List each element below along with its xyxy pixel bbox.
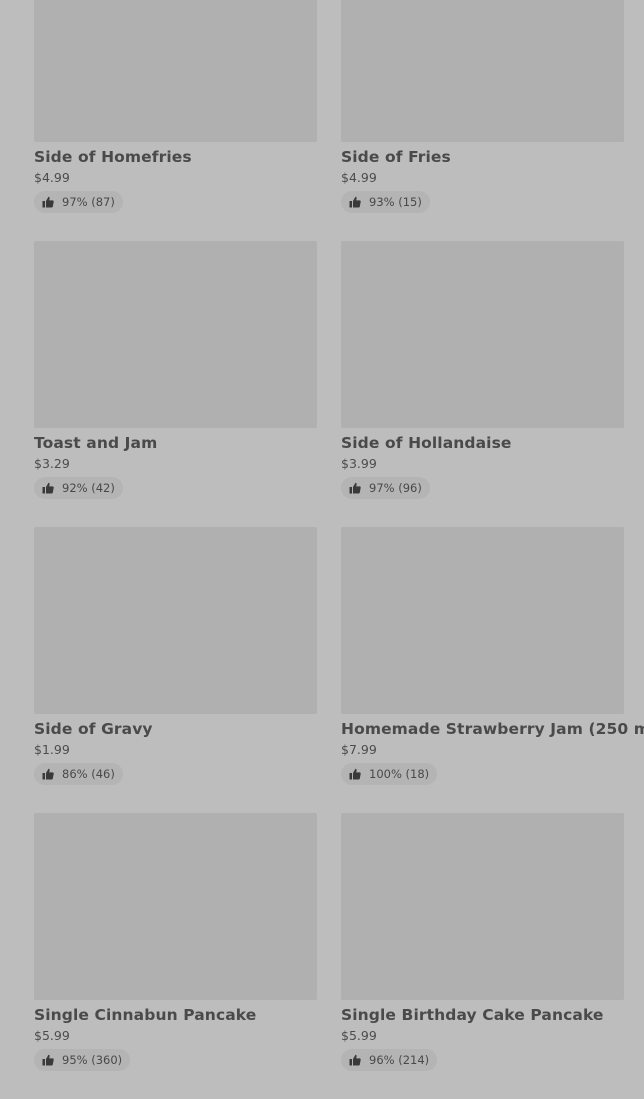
thumbs-up-icon <box>349 768 361 780</box>
menu-item-image[interactable] <box>34 241 317 428</box>
menu-item-card[interactable]: Side of Homefries $4.99 97% (87) <box>34 0 317 241</box>
rating-text: 100% (18) <box>369 767 430 781</box>
menu-item-card[interactable]: Side of Hollandaise $3.99 97% (96) <box>341 241 624 527</box>
menu-item-grid: Side of Homefries $4.99 97% (87) Side of… <box>34 0 644 1099</box>
thumbs-up-icon <box>42 1054 54 1066</box>
thumbs-up-icon <box>42 482 54 494</box>
thumbs-up-icon <box>42 768 54 780</box>
menu-item-name: Side of Hollandaise <box>341 434 512 452</box>
rating-badge: 97% (87) <box>34 191 123 213</box>
thumbs-up-icon <box>349 196 361 208</box>
menu-item-card[interactable]: Single Birthday Cake Pancake $5.99 96% (… <box>341 813 624 1099</box>
rating-text: 97% (96) <box>369 481 422 495</box>
menu-item-price: $5.99 <box>34 1028 70 1043</box>
menu-item-image[interactable] <box>34 0 317 142</box>
menu-item-image[interactable] <box>341 813 624 1000</box>
menu-item-price: $1.99 <box>34 742 70 757</box>
menu-item-name: Toast and Jam <box>34 434 158 452</box>
menu-item-card[interactable]: Side of Fries $4.99 93% (15) <box>341 0 624 241</box>
menu-item-name: Side of Gravy <box>34 720 153 738</box>
rating-badge: 96% (214) <box>341 1049 438 1071</box>
menu-item-name: Single Cinnabun Pancake <box>34 1006 257 1024</box>
rating-badge: 92% (42) <box>34 477 123 499</box>
menu-item-price: $7.99 <box>341 742 377 757</box>
rating-text: 93% (15) <box>369 195 422 209</box>
menu-item-price: $3.99 <box>341 456 377 471</box>
menu-item-image[interactable] <box>34 527 317 714</box>
menu-item-card[interactable]: Side of Gravy $1.99 86% (46) <box>34 527 317 813</box>
thumbs-up-icon <box>349 482 361 494</box>
menu-item-price: $4.99 <box>341 170 377 185</box>
menu-item-price: $3.29 <box>34 456 70 471</box>
menu-item-price: $5.99 <box>341 1028 377 1043</box>
rating-badge: 95% (360) <box>34 1049 131 1071</box>
menu-item-name: Side of Fries <box>341 148 451 166</box>
menu-item-name: Side of Homefries <box>34 148 192 166</box>
menu-item-image[interactable] <box>341 241 624 428</box>
rating-text: 97% (87) <box>62 195 115 209</box>
menu-item-image[interactable] <box>34 813 317 1000</box>
rating-badge: 93% (15) <box>341 191 430 213</box>
rating-badge: 100% (18) <box>341 763 438 785</box>
menu-item-card[interactable]: Single Cinnabun Pancake $5.99 95% (360) <box>34 813 317 1099</box>
menu-item-name: Single Birthday Cake Pancake <box>341 1006 604 1024</box>
rating-text: 96% (214) <box>369 1053 430 1067</box>
menu-item-image[interactable] <box>341 0 624 142</box>
menu-item-image[interactable] <box>341 527 624 714</box>
menu-item-card[interactable]: Homemade Strawberry Jam (250 ml) $7.99 1… <box>341 527 644 813</box>
thumbs-up-icon <box>42 196 54 208</box>
rating-text: 86% (46) <box>62 767 115 781</box>
rating-text: 92% (42) <box>62 481 115 495</box>
thumbs-up-icon <box>349 1054 361 1066</box>
menu-item-name: Homemade Strawberry Jam (250 ml) <box>341 720 644 738</box>
rating-badge: 86% (46) <box>34 763 123 785</box>
menu-item-card[interactable]: Toast and Jam $3.29 92% (42) <box>34 241 317 527</box>
menu-item-price: $4.99 <box>34 170 70 185</box>
rating-badge: 97% (96) <box>341 477 430 499</box>
rating-text: 95% (360) <box>62 1053 123 1067</box>
